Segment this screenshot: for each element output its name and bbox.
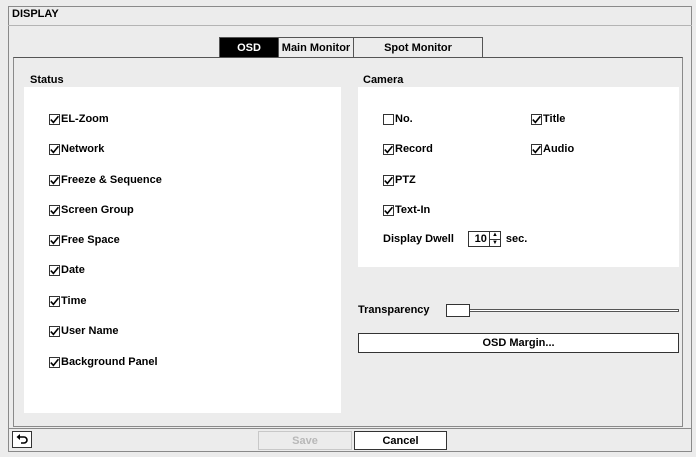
title-divider: [8, 25, 692, 26]
tab-main-monitor[interactable]: Main Monitor: [278, 37, 354, 57]
spin-up-icon[interactable]: ▲: [489, 232, 500, 240]
checkbox-icon[interactable]: [49, 356, 60, 368]
cancel-button[interactable]: Cancel: [354, 431, 447, 450]
camera-checkbox-no[interactable]: No.: [383, 113, 413, 125]
tab-osd[interactable]: OSD: [219, 37, 279, 57]
checkbox-icon[interactable]: [531, 143, 542, 155]
spin-arrows[interactable]: ▲ ▼: [489, 231, 501, 247]
status-checkbox-user-name[interactable]: User Name: [49, 325, 118, 337]
camera-checkbox-record[interactable]: Record: [383, 143, 433, 155]
back-arrow-icon: [16, 433, 28, 447]
status-checkbox-free-space[interactable]: Free Space: [49, 234, 120, 246]
checkbox-icon[interactable]: [49, 174, 60, 186]
camera-checkbox-audio[interactable]: Audio: [531, 143, 574, 155]
checkbox-label: Freeze & Sequence: [61, 174, 162, 186]
checkbox-icon[interactable]: [49, 204, 60, 216]
checkbox-icon[interactable]: [49, 264, 60, 276]
checkbox-label: Audio: [543, 143, 575, 155]
checkbox-label: Network: [61, 143, 105, 155]
checkbox-icon[interactable]: [383, 174, 394, 186]
transparency-label: Transparency: [358, 304, 430, 316]
checkbox-label: Text-In: [395, 204, 431, 216]
display-dwell-spinbox[interactable]: 10 ▲ ▼: [467, 231, 501, 247]
spin-down-icon[interactable]: ▼: [490, 240, 500, 247]
checkbox-icon[interactable]: [383, 113, 394, 125]
checkbox-label: Screen Group: [61, 204, 134, 216]
checkbox-label: User Name: [61, 325, 119, 337]
status-checkbox-network[interactable]: Network: [49, 143, 104, 155]
checkbox-icon[interactable]: [49, 325, 60, 337]
camera-checkbox-title[interactable]: Title: [531, 113, 565, 125]
camera-section-label: Camera: [363, 74, 404, 86]
checkbox-label: Time: [61, 295, 87, 307]
checkbox-label: Background Panel: [61, 356, 158, 368]
checkbox-label: EL-Zoom: [61, 113, 109, 125]
display-dwell-value[interactable]: 10: [467, 231, 490, 247]
checkbox-label: Date: [61, 264, 85, 276]
status-checkbox-screen-group[interactable]: Screen Group: [49, 204, 134, 216]
camera-checkbox-text-in[interactable]: Text-In: [383, 204, 430, 216]
tab-spot-monitor[interactable]: Spot Monitor: [353, 37, 483, 57]
display-dwell-label: Display Dwell: [383, 233, 454, 245]
slider-thumb[interactable]: [446, 304, 470, 317]
status-checkbox-date[interactable]: Date: [49, 264, 85, 276]
status-checkbox-el-zoom[interactable]: EL-Zoom: [49, 113, 109, 125]
tab-bar: OSD Main Monitor Spot Monitor: [219, 37, 483, 58]
checkbox-icon[interactable]: [383, 143, 394, 155]
checkbox-icon[interactable]: [383, 204, 394, 216]
osd-margin-button[interactable]: OSD Margin...: [358, 333, 679, 353]
checkbox-label: PTZ: [395, 174, 416, 186]
dialog-title: DISPLAY: [12, 8, 59, 20]
status-section-label: Status: [30, 74, 64, 86]
status-checkbox-background-panel[interactable]: Background Panel: [49, 356, 158, 368]
checkbox-label: Title: [543, 113, 566, 125]
checkbox-icon[interactable]: [49, 113, 60, 125]
transparency-slider[interactable]: [446, 304, 679, 317]
checkbox-label: Record: [395, 143, 433, 155]
status-checkbox-freeze-sequence[interactable]: Freeze & Sequence: [49, 174, 162, 186]
display-dwell-unit: sec.: [505, 233, 528, 245]
slider-track[interactable]: [446, 309, 679, 312]
status-checkbox-time[interactable]: Time: [49, 295, 86, 307]
camera-checkbox-ptz[interactable]: PTZ: [383, 174, 416, 186]
checkbox-icon[interactable]: [49, 295, 60, 307]
checkbox-icon[interactable]: [49, 234, 60, 246]
save-button[interactable]: Save: [258, 431, 352, 450]
back-button[interactable]: [12, 431, 32, 448]
checkbox-icon[interactable]: [49, 143, 60, 155]
footer-divider: [8, 428, 692, 429]
checkbox-icon[interactable]: [531, 113, 542, 125]
checkbox-label: Free Space: [61, 234, 120, 246]
checkbox-label: No.: [395, 113, 413, 125]
display-dwell-row: Display Dwell 10 ▲ ▼ sec.: [383, 231, 527, 247]
